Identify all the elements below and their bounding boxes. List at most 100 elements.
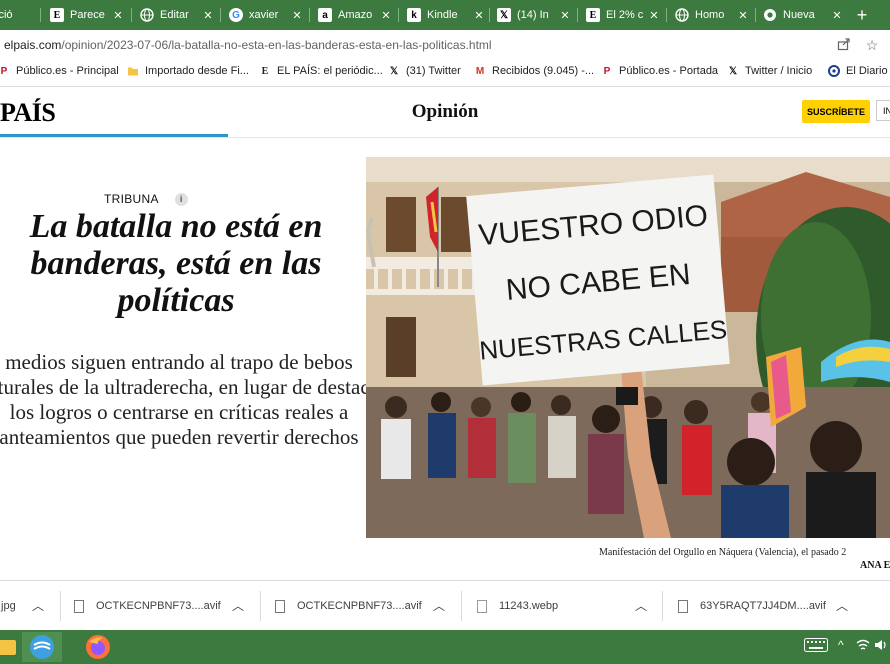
elpais-e-icon: E <box>586 8 600 22</box>
photo-caption: Manifestación del Orgullo en Náquera (Va… <box>599 547 847 558</box>
download-item-4[interactable]: 11243.webp ︿ <box>477 597 653 615</box>
publico-icon: P <box>0 65 8 77</box>
close-icon[interactable]: ✕ <box>112 9 124 22</box>
x-icon: 𝕏 <box>389 65 399 77</box>
globe-icon <box>140 8 154 22</box>
section-title[interactable]: Opinión <box>0 101 890 123</box>
photo-illustration: VUESTRO ODIO NO CABE EN NUESTRAS CALLES <box>366 157 890 538</box>
url-domain: elpais.com <box>4 38 62 52</box>
bookmark-star-icon[interactable]: ☆ <box>864 37 880 53</box>
close-icon[interactable]: ✕ <box>737 9 749 22</box>
file-icon <box>678 599 688 613</box>
url-text[interactable]: elpais.com/opinion/2023-07-06/la-batalla… <box>4 38 492 52</box>
keyboard-icon[interactable] <box>804 638 828 655</box>
close-icon[interactable]: ✕ <box>648 9 660 22</box>
browser-tab-6[interactable]: k Kindle ✕ <box>407 4 485 26</box>
tab-separator <box>40 8 41 22</box>
bookmark-eldiario[interactable]: El Diario <box>828 65 888 77</box>
chrome-icon <box>763 8 777 22</box>
browser-tab-10[interactable]: Nueva ✕ <box>763 4 843 26</box>
tab-label: El 2% c <box>606 9 644 21</box>
download-item-3[interactable]: OCTKECNPBNF73....avif ︿ <box>275 597 451 615</box>
bookmark-label: Público.es - Principal <box>16 65 119 77</box>
browser-tab-2[interactable]: E Parece ✕ <box>50 4 124 26</box>
reading-progress-bar <box>0 134 228 137</box>
site-header: PAÍS Opinión SUSCRÍBETE IN <box>0 87 890 138</box>
chevron-up-icon[interactable]: ︿ <box>836 597 848 614</box>
bookmark-publico-portada[interactable]: P Público.es - Portada <box>601 65 718 77</box>
x-icon: 𝕏 <box>497 8 511 22</box>
tab-label: Kindle <box>427 9 458 21</box>
close-icon[interactable]: ✕ <box>559 9 571 22</box>
browser-tab-7[interactable]: 𝕏 (14) In ✕ <box>497 4 571 26</box>
bookmark-gmail[interactable]: M Recibidos (9.045) -... <box>474 65 594 77</box>
subscribe-button[interactable]: SUSCRÍBETE <box>802 100 870 123</box>
bookmark-importado[interactable]: Importado desde Fi... <box>127 65 249 77</box>
bookmarks-bar: P Público.es - Principal Importado desde… <box>0 60 890 87</box>
bookmark-elpais[interactable]: E EL PAÍS: el periódic... <box>259 65 383 77</box>
download-item-1[interactable]: .jpg ︿ <box>0 597 44 615</box>
browser-tab-9[interactable]: Homo ✕ <box>675 4 749 26</box>
login-button[interactable]: IN <box>876 100 890 121</box>
download-separator <box>461 591 462 621</box>
bookmark-label: Twitter / Inicio <box>745 65 813 77</box>
gmail-icon: M <box>475 65 485 77</box>
url-path: /opinion/2023-07-06/la-batalla-no-esta-e… <box>61 38 492 52</box>
tab-label: Editar <box>160 9 189 21</box>
browser-tab-8[interactable]: E El 2% c ✕ <box>586 4 660 26</box>
chevron-up-icon[interactable]: ︿ <box>635 597 647 614</box>
download-item-2[interactable]: OCTKECNPBNF73....avif ︿ <box>74 597 250 615</box>
bookmark-twitter-inicio[interactable]: 𝕏 Twitter / Inicio <box>727 65 812 77</box>
chevron-up-icon[interactable]: ︿ <box>433 597 445 614</box>
elpais-e-icon: E <box>261 65 269 77</box>
address-bar[interactable]: elpais.com/opinion/2023-07-06/la-batalla… <box>0 30 890 60</box>
elpais-e-icon: E <box>50 8 64 22</box>
network-icon[interactable] <box>856 638 870 655</box>
taskbar-app-icon[interactable] <box>22 632 62 662</box>
info-icon[interactable]: i <box>174 192 188 206</box>
share-icon[interactable] <box>836 37 852 53</box>
article-headline: La batalla no está en banderas, está en … <box>29 208 323 319</box>
bookmark-label: (31) Twitter <box>406 65 461 77</box>
file-icon <box>74 599 84 613</box>
photo-credit: ANA E <box>860 560 890 571</box>
new-tab-button[interactable]: + <box>852 5 872 25</box>
article-subtitle: medios siguen entrando al trapo de bebos… <box>0 350 386 449</box>
article-photo[interactable]: VUESTRO ODIO NO CABE EN NUESTRAS CALLES <box>366 157 890 538</box>
tab-label: Homo <box>695 9 725 21</box>
bookmark-twitter-31[interactable]: 𝕏 (31) Twitter <box>388 65 461 77</box>
x-icon: 𝕏 <box>728 65 738 77</box>
chevron-up-icon[interactable]: ︿ <box>32 597 44 614</box>
tab-separator <box>398 8 399 22</box>
close-icon[interactable]: ✕ <box>202 9 214 22</box>
bookmark-label: Recibidos (9.045) -... <box>492 65 595 77</box>
eldiario-icon <box>828 65 840 77</box>
bookmark-publico-principal[interactable]: P Público.es - Principal <box>0 65 119 77</box>
bookmark-label: EL PAÍS: el periódic... <box>277 65 383 77</box>
globe-icon <box>675 8 689 22</box>
tab-label: Amazo <box>338 9 373 21</box>
download-filename: .jpg <box>0 600 16 612</box>
chevron-up-icon[interactable]: ^ <box>838 638 844 652</box>
kicker-label[interactable]: TRIBUNA <box>104 192 159 206</box>
image-file-icon <box>477 599 487 613</box>
browser-tab-1[interactable]: ició <box>0 4 30 26</box>
download-filename: OCTKECNPBNF73....avif <box>297 600 422 612</box>
download-separator <box>60 591 61 621</box>
download-item-5[interactable]: 63Y5RAQT7JJ4DM....avif ︿ <box>678 597 854 615</box>
close-icon[interactable]: ✕ <box>831 9 843 22</box>
tab-separator <box>489 8 490 22</box>
amazon-icon: a <box>318 8 332 22</box>
browser-tab-3[interactable]: Editar ✕ <box>140 4 214 26</box>
publico-icon: P <box>603 65 611 77</box>
tab-separator <box>131 8 132 22</box>
chevron-up-icon[interactable]: ︿ <box>232 597 244 614</box>
close-icon[interactable]: ✕ <box>291 9 303 22</box>
firefox-icon[interactable] <box>78 632 118 662</box>
volume-icon[interactable] <box>874 638 888 655</box>
browser-tab-5[interactable]: a Amazo ✕ <box>318 4 392 26</box>
close-icon[interactable]: ✕ <box>380 9 392 22</box>
browser-tab-4[interactable]: G xavier ✕ <box>229 4 303 26</box>
close-icon[interactable]: ✕ <box>473 9 485 22</box>
tab-label: (14) In <box>517 9 549 21</box>
